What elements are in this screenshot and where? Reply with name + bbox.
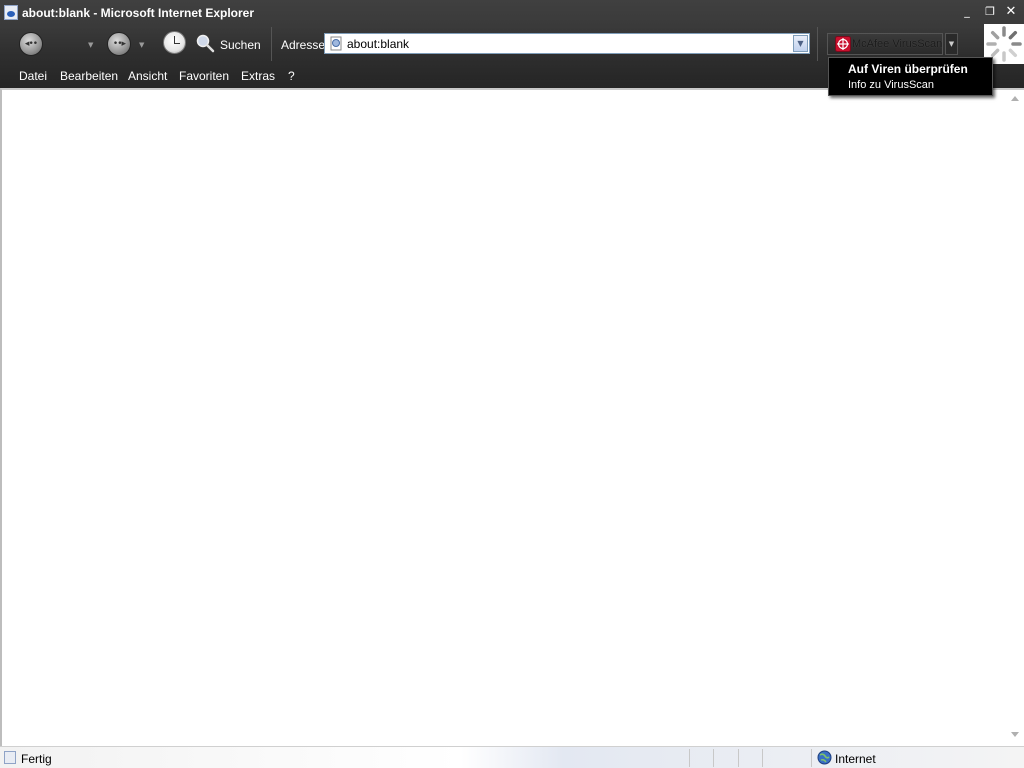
status-pane-divider — [738, 749, 739, 767]
back-dropdown-button[interactable]: ▼ — [88, 41, 93, 49]
address-dropdown-button[interactable]: ▼ — [793, 35, 808, 52]
history-button[interactable] — [163, 31, 186, 54]
back-arrow-icon: ◂•• — [24, 39, 38, 49]
menu-datei[interactable]: Datei — [19, 69, 47, 83]
search-icon[interactable] — [195, 33, 215, 53]
close-button[interactable]: ✕ — [1004, 5, 1018, 19]
forward-dropdown-button[interactable]: ▼ — [139, 41, 144, 49]
forward-arrow-icon: ••▸ — [112, 39, 126, 49]
globe-icon — [817, 750, 832, 765]
menu-ansicht[interactable]: Ansicht — [128, 69, 167, 83]
search-button-label[interactable]: Suchen — [220, 38, 261, 52]
window-title: about:blank - Microsoft Internet Explore… — [22, 6, 255, 20]
forward-button[interactable]: ••▸ — [107, 32, 131, 56]
status-pane-divider — [713, 749, 714, 767]
minimize-icon: _ — [964, 5, 970, 18]
mcafee-shield-icon — [835, 36, 851, 52]
mcafee-dropdown-menu: Auf Viren überprüfen Info zu VirusScan — [828, 57, 993, 96]
security-zone-text: Internet — [835, 752, 876, 766]
menu-item-about-virusscan[interactable]: Info zu VirusScan — [848, 79, 934, 91]
ie-page-icon — [4, 5, 18, 20]
menu-favoriten[interactable]: Favoriten — [179, 69, 229, 83]
close-icon: ✕ — [1005, 4, 1017, 19]
menu-help[interactable]: ? — [288, 69, 295, 83]
menu-item-scan-for-viruses[interactable]: Auf Viren überprüfen — [848, 62, 968, 76]
toolbar-separator — [817, 27, 818, 61]
title-bar[interactable]: about:blank - Microsoft Internet Explore… — [0, 0, 1024, 25]
page-content-area[interactable] — [0, 88, 1024, 746]
minimize-button[interactable]: _ — [960, 5, 974, 19]
restore-button[interactable]: ❐ — [983, 5, 997, 19]
mcafee-dropdown-button[interactable]: ▼ — [945, 33, 958, 55]
status-pane-divider — [811, 749, 812, 767]
scroll-down-arrow-icon[interactable] — [1011, 732, 1019, 737]
page-status-icon — [4, 751, 16, 764]
vertical-scrollbar[interactable] — [1007, 90, 1024, 746]
status-text: Fertig — [21, 752, 52, 766]
mcafee-virusscan-button[interactable]: McAfee VirusScan — [827, 33, 943, 55]
toolbar-separator — [271, 27, 272, 61]
back-button[interactable]: ◂•• — [19, 32, 43, 56]
address-label: Adresse — [281, 38, 326, 52]
restore-icon: ❐ — [985, 5, 995, 18]
mcafee-label: McAfee VirusScan — [852, 38, 943, 50]
menu-extras[interactable]: Extras — [241, 69, 275, 83]
status-bar: Fertig Internet — [0, 746, 1024, 768]
address-bar[interactable]: ▼ — [324, 33, 810, 54]
page-icon — [330, 36, 342, 51]
menu-bearbeiten[interactable]: Bearbeiten — [60, 69, 118, 83]
status-pane-divider — [689, 749, 690, 767]
scroll-up-arrow-icon[interactable] — [1011, 96, 1019, 101]
address-input[interactable] — [347, 36, 787, 52]
status-pane-divider — [762, 749, 763, 767]
